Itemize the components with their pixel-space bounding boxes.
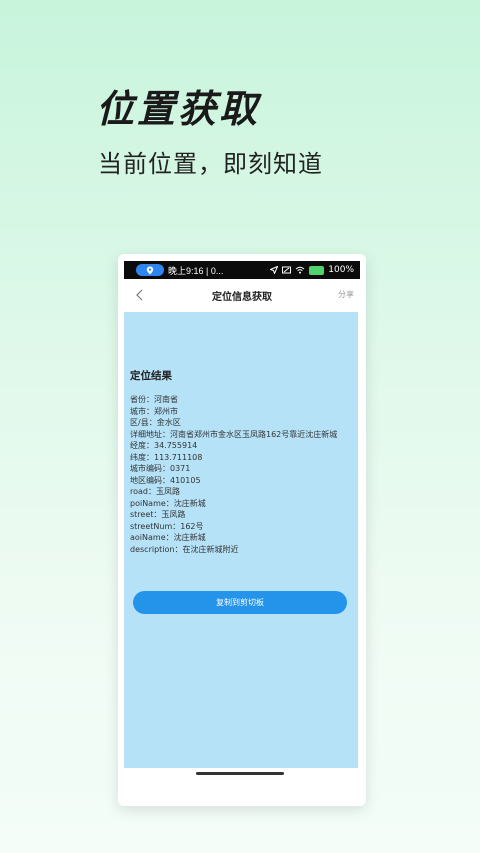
result-district: 区/县：金水区 [130, 418, 181, 427]
status-time: 晚上9:16 | 0... [168, 265, 224, 276]
status-icons: 100% [270, 265, 354, 275]
result-title: 定位结果 [130, 370, 172, 382]
result-list: 省份：河南省 城市：郑州市 区/县：金水区 详细地址：河南省郑州市金水区玉凤路1… [130, 394, 337, 555]
result-road: road：玉凤路 [130, 487, 180, 496]
result-city: 城市：郑州市 [130, 406, 178, 416]
result-street-num: streetNum：162号 [130, 521, 204, 531]
result-latitude: 纬度：113.711108 [130, 452, 203, 462]
location-indicator [136, 264, 164, 276]
result-address: 详细地址：河南省郑州市金水区玉凤路162号靠近沈庄新城 [130, 429, 338, 439]
result-province: 省份：河南省 [130, 395, 178, 404]
result-description: description：在沈庄新城附近 [130, 544, 239, 554]
result-longitude: 经度：34.755914 [130, 441, 198, 450]
home-indicator[interactable] [196, 772, 284, 775]
back-button[interactable] [132, 287, 148, 303]
chevron-left-icon [136, 289, 143, 301]
result-aoi-name: aoiName：沈庄新城 [130, 533, 206, 542]
navigation-arrow-icon [270, 266, 279, 274]
result-city-code: 城市编码：0371 [130, 464, 191, 473]
page-title: 定位信息获取 [212, 291, 272, 303]
battery-icon [309, 265, 325, 275]
nav-bar: 定位信息获取 分享 [124, 279, 360, 311]
status-bar: 晚上9:16 | 0... 100% [124, 261, 360, 279]
promo-subtitle: 当前位置，即刻知道 [98, 150, 323, 178]
phone-frame: 晚上9:16 | 0... 100% 定位信息获取 分享 定位结果 省份：河南省… [118, 254, 366, 806]
result-street: street：玉凤路 [130, 510, 186, 519]
location-result-panel: 定位结果 省份：河南省 城市：郑州市 区/县：金水区 详细地址：河南省郑州市金水… [124, 312, 358, 768]
promo-title: 位置获取 [96, 87, 261, 131]
location-pin-icon [146, 266, 154, 274]
result-poi-name: poiName：沈庄新城 [130, 498, 206, 508]
wifi-icon [295, 266, 305, 274]
battery-level: 100% [328, 265, 354, 275]
copy-to-clipboard-button[interactable]: 复制到剪切板 [133, 591, 347, 614]
share-button[interactable]: 分享 [338, 289, 354, 300]
notification-icon [282, 266, 292, 274]
result-area-code: 地区编码：410105 [130, 475, 201, 485]
